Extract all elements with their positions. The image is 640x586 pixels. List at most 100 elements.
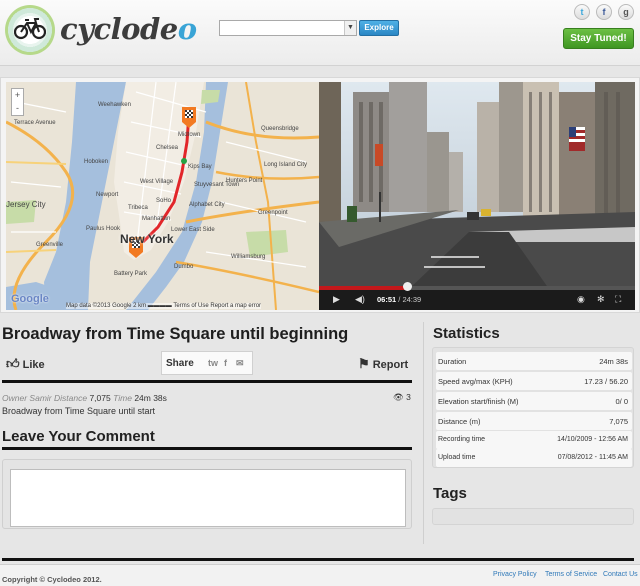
facebook-icon[interactable]: f	[596, 4, 612, 20]
map-label: Lower East Side	[171, 227, 215, 233]
copyright: Copyright © Cyclodeo 2012.	[2, 575, 102, 584]
comment-heading: Leave Your Comment	[2, 428, 155, 445]
map-label: West Village	[140, 179, 174, 185]
site-header: cyclodeo ▼ Explore t f g Stay Tuned!	[0, 0, 640, 66]
logo-icon[interactable]	[5, 5, 55, 55]
map-label: Battery Park	[114, 271, 148, 277]
stat-value: 7,075	[609, 417, 628, 426]
ride-description: Broadway from Time Square until start	[2, 406, 156, 416]
bicycle-icon	[14, 18, 46, 40]
view-count: 👁︎ 3	[393, 392, 411, 403]
video-current-time: 06:51	[377, 295, 397, 304]
stat-row: Speed avg/max (KPH) 17.23 / 56.20	[436, 372, 632, 390]
volume-icon[interactable]: ◀)	[355, 295, 365, 304]
zoom-control[interactable]: + -	[11, 88, 24, 116]
ride-meta: Owner Samir Distance 7,075 Time 24m 38s	[2, 393, 167, 403]
captions-icon[interactable]: ◉	[577, 295, 585, 304]
settings-gear-icon[interactable]: ✻	[597, 295, 605, 304]
contact-us-link[interactable]: Contact Us	[603, 571, 638, 578]
thumbs-up-icon: 👍︎	[6, 356, 20, 371]
eye-icon: 👁︎	[393, 392, 404, 402]
video-duration: 24:39	[402, 295, 422, 304]
route-waypoint	[181, 158, 187, 164]
zoom-out-button[interactable]: -	[12, 102, 23, 115]
report-button[interactable]: ⚑ Report	[358, 356, 408, 372]
explore-button[interactable]: Explore	[359, 20, 399, 36]
map-label: Weehawken	[98, 102, 131, 108]
stat-value: 07/08/2012 - 11:45 AM	[557, 454, 628, 461]
chevron-down-icon: ▼	[344, 21, 356, 35]
stat-value: 14/10/2009 - 12:56 AM	[557, 436, 628, 443]
video-scrub-handle[interactable]	[403, 282, 413, 291]
map-city-label: New York	[120, 232, 174, 246]
video-frame	[319, 82, 635, 289]
stat-label: Recording time	[438, 436, 486, 443]
owner-value[interactable]: Samir	[29, 393, 51, 403]
stat-row: Elevation start/finish (M) 0/ 0	[436, 392, 632, 410]
share-label: Share	[166, 358, 194, 369]
zoom-in-button[interactable]: +	[12, 89, 23, 102]
map-label: Chelsea	[156, 145, 179, 151]
route-map[interactable]: Terrace Avenue Weehawken Hoboken Newport…	[6, 82, 319, 310]
map-attribution[interactable]: Map data ©2013 Google 2 km ▬▬▬▬ Terms of…	[66, 303, 262, 309]
tags-heading: Tags	[433, 485, 467, 502]
brand-name-accent: o	[177, 12, 197, 46]
map-label: Terrace Avenue	[14, 120, 56, 126]
map-label: Hunters Point	[226, 178, 263, 184]
owner-label: Owner	[2, 393, 28, 403]
time-value: 24m 38s	[134, 393, 167, 403]
tags-box	[432, 508, 634, 525]
fullscreen-icon[interactable]: ⛶	[615, 295, 621, 304]
stat-row: Duration 24m 38s	[436, 352, 632, 370]
brand-name-main: cyclode	[60, 12, 178, 46]
map-label: Long Island City	[264, 162, 308, 168]
map-label: Kips Bay	[188, 164, 212, 170]
statistics-heading: Statistics	[433, 325, 500, 342]
brand-name[interactable]: cyclodeo	[60, 12, 197, 46]
video-progress-fill	[319, 286, 408, 290]
distance-value: 7,075	[89, 393, 111, 403]
comment-textarea[interactable]	[10, 469, 406, 527]
share-box: Share tw f ✉	[161, 351, 253, 375]
divider	[2, 380, 412, 383]
column-divider	[423, 322, 424, 544]
map-label: Greenpoint	[258, 210, 288, 216]
map-label: Dumbo	[174, 264, 194, 270]
map-label: Paulus Hook	[86, 226, 121, 232]
map-label: Hoboken	[84, 159, 109, 165]
map-label: Queensbridge	[261, 126, 299, 132]
email-share-icon[interactable]: ✉	[236, 358, 244, 369]
flag-icon: ⚑	[358, 356, 370, 371]
explore-select[interactable]: ▼	[219, 20, 357, 36]
map-label: SoHo	[156, 198, 172, 204]
facebook-share-icon[interactable]: f	[224, 358, 227, 368]
stat-value: 24m 38s	[599, 357, 628, 366]
map-label: Jersey City	[6, 200, 46, 209]
comment-box	[2, 459, 412, 529]
terms-of-service-link[interactable]: Terms of Service	[545, 571, 597, 578]
privacy-policy-link[interactable]: Privacy Policy	[493, 571, 537, 578]
like-button[interactable]: 👍︎ Like	[6, 356, 45, 372]
video-progress-bar[interactable]	[319, 282, 635, 291]
stat-row: Recording time 14/10/2009 - 12:56 AM	[436, 431, 632, 449]
time-label: Time	[113, 393, 132, 403]
twitter-share-icon[interactable]: tw	[208, 358, 218, 368]
play-icon[interactable]: ▶	[333, 295, 340, 304]
video-player[interactable]: ▶ ◀) 06:51 / 24:39 ◉ ✻ ⛶	[319, 82, 635, 310]
map-label: Greenville	[36, 242, 64, 248]
stat-row: Distance (m) 7,075	[436, 412, 632, 430]
github-icon[interactable]: g	[618, 4, 634, 20]
like-label: Like	[22, 359, 45, 371]
twitter-icon[interactable]: t	[574, 4, 590, 20]
stat-label: Speed avg/max (KPH)	[438, 377, 513, 386]
stat-label: Distance (m)	[438, 417, 481, 426]
media-panel: Terrace Avenue Weehawken Hoboken Newport…	[0, 77, 640, 313]
stay-tuned-button[interactable]: Stay Tuned!	[563, 28, 634, 49]
map-label: Williamsburg	[231, 254, 266, 260]
stat-label: Elevation start/finish (M)	[438, 397, 519, 406]
site-footer: Copyright © Cyclodeo 2012. Privacy Polic…	[0, 564, 640, 586]
footer-divider	[2, 558, 634, 561]
view-count-value: 3	[406, 392, 411, 402]
ride-title: Broadway from Time Square until beginnin…	[2, 325, 349, 343]
google-logo: Google	[11, 293, 49, 305]
